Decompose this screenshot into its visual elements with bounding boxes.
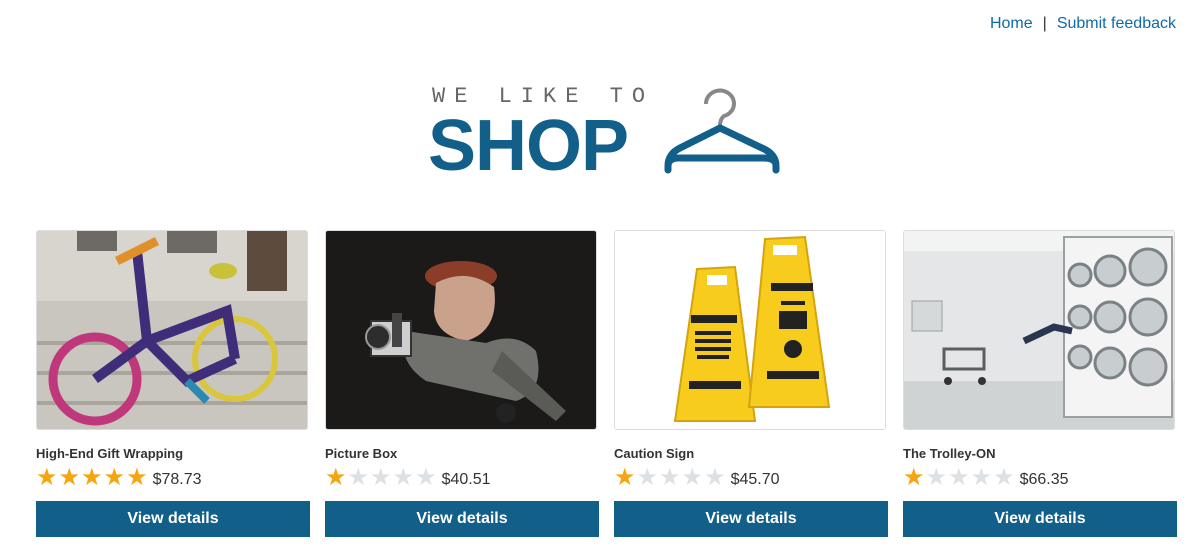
star-empty-icon: ★ xyxy=(636,464,659,491)
product-price: $66.35 xyxy=(1019,471,1069,488)
star-empty-icon: ★ xyxy=(970,464,993,491)
nav-separator: | xyxy=(1042,15,1047,32)
product-title[interactable]: High-End Gift Wrapping xyxy=(36,446,310,461)
home-link[interactable]: Home xyxy=(990,15,1033,33)
product-image-yellow-caution-signs[interactable] xyxy=(614,230,886,430)
product-rating: ★★★★★ $45.70 xyxy=(614,465,888,491)
star-filled-icon: ★ xyxy=(614,464,636,491)
view-details-button[interactable]: View details xyxy=(325,501,599,537)
rating-stars: ★★★★★ xyxy=(903,466,1016,490)
star-empty-icon: ★ xyxy=(681,464,704,491)
product-card: Caution Sign ★★★★★ $45.70 View details xyxy=(614,230,888,537)
product-image-laundromat[interactable] xyxy=(903,230,1175,430)
star-empty-icon: ★ xyxy=(659,464,681,491)
star-filled-icon: ★ xyxy=(36,464,58,491)
star-empty-icon: ★ xyxy=(415,464,437,491)
star-filled-icon: ★ xyxy=(81,464,103,491)
rating-stars: ★★★★★ xyxy=(36,466,149,490)
logo-word: SHOP xyxy=(428,106,629,186)
product-card: High-End Gift Wrapping ★★★★★ $78.73 View… xyxy=(36,230,310,537)
product-grid: High-End Gift Wrapping ★★★★★ $78.73 View… xyxy=(36,230,1177,537)
hanger-icon xyxy=(664,88,780,174)
star-filled-icon: ★ xyxy=(903,464,925,491)
star-empty-icon: ★ xyxy=(948,464,970,491)
star-empty-icon: ★ xyxy=(925,464,948,491)
product-card: The Trolley-ON ★★★★★ $66.35 View details xyxy=(903,230,1177,537)
rating-stars: ★★★★★ xyxy=(614,466,727,490)
star-empty-icon: ★ xyxy=(704,464,726,491)
star-empty-icon: ★ xyxy=(392,464,415,491)
star-empty-icon: ★ xyxy=(370,464,392,491)
product-price: $78.73 xyxy=(152,471,202,488)
star-filled-icon: ★ xyxy=(325,464,347,491)
product-rating: ★★★★★ $78.73 xyxy=(36,465,310,491)
submit-feedback-link[interactable]: Submit feedback xyxy=(1057,15,1176,33)
product-price: $40.51 xyxy=(441,471,491,488)
rating-stars: ★★★★★ xyxy=(325,466,438,490)
site-logo[interactable]: WE LIKE TO SHOP xyxy=(428,84,788,186)
product-image-photographer-figurine[interactable] xyxy=(325,230,597,430)
star-empty-icon: ★ xyxy=(347,464,370,491)
star-filled-icon: ★ xyxy=(126,464,148,491)
product-rating: ★★★★★ $66.35 xyxy=(903,465,1177,491)
product-price: $45.70 xyxy=(730,471,780,488)
product-image-knitted-bicycle[interactable] xyxy=(36,230,308,430)
view-details-button[interactable]: View details xyxy=(36,501,310,537)
product-rating: ★★★★★ $40.51 xyxy=(325,465,599,491)
view-details-button[interactable]: View details xyxy=(614,501,888,537)
product-card: Picture Box ★★★★★ $40.51 View details xyxy=(325,230,599,537)
view-details-button[interactable]: View details xyxy=(903,501,1177,537)
star-filled-icon: ★ xyxy=(58,464,81,491)
product-title[interactable]: Caution Sign xyxy=(614,446,888,461)
top-nav: Home | Submit feedback xyxy=(990,15,1176,33)
product-title[interactable]: The Trolley-ON xyxy=(903,446,1177,461)
star-filled-icon: ★ xyxy=(103,464,126,491)
star-empty-icon: ★ xyxy=(993,464,1015,491)
product-title[interactable]: Picture Box xyxy=(325,446,599,461)
